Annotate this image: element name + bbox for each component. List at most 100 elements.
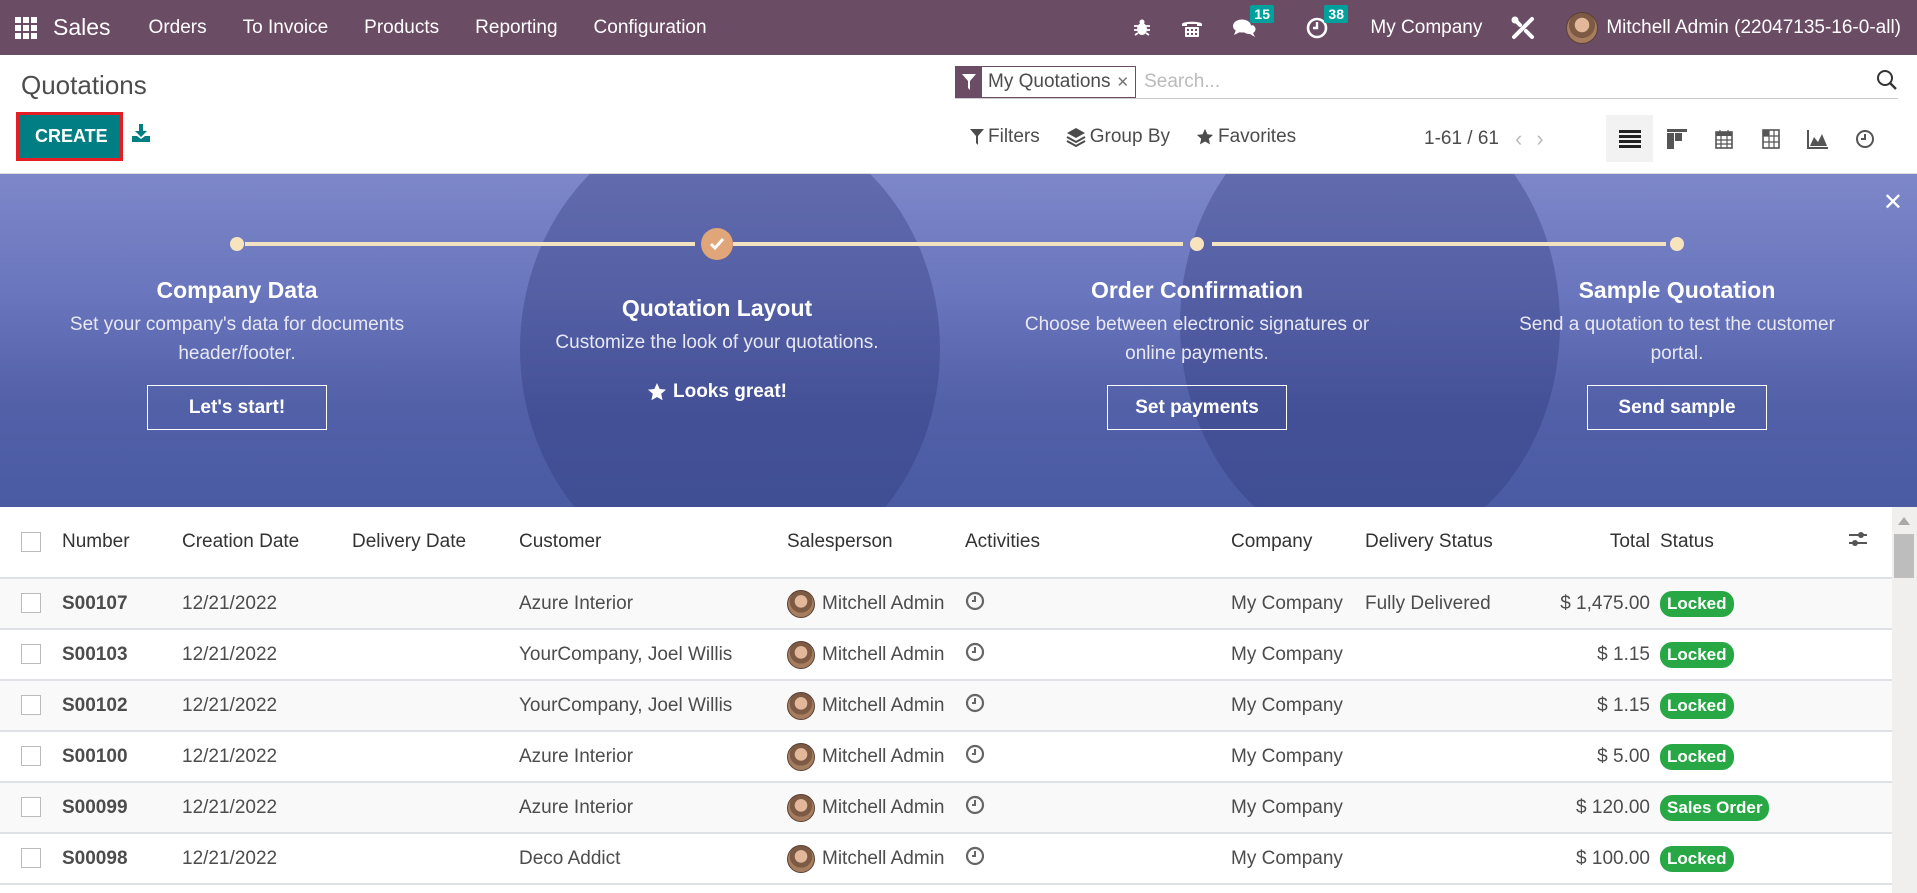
chat-icon[interactable]: 15 [1232,4,1274,39]
kanban-view-icon[interactable] [1653,115,1700,162]
status-badge: Locked [1660,590,1734,617]
facet-remove-icon[interactable]: ✕ [1117,67,1136,97]
send-sample-button[interactable]: Send sample [1587,385,1767,430]
delivery-date [352,629,519,681]
sliders-icon [1849,532,1867,546]
total: $ 1.15 [1597,643,1650,665]
activity-clock-icon[interactable]: 38 [1306,4,1348,39]
total: $ 5.00 [1597,745,1650,767]
step-dot [1670,237,1684,251]
customer: Azure Interior [519,578,787,630]
column-total[interactable]: Total [1535,507,1660,579]
company: My Company [1231,578,1365,630]
search-options: Filters Group By Favorites [970,126,1322,148]
step-title: Company Data [156,277,318,303]
looks-great-status: Looks great! [647,381,787,403]
column-number[interactable]: Number [62,507,182,579]
delivery-status: Fully Delivered [1365,578,1535,630]
column-delivery-status[interactable]: Delivery Status [1365,507,1535,579]
pivot-view-icon[interactable] [1747,115,1794,162]
pager-previous-icon[interactable]: ‹ [1515,126,1522,152]
activity-clock-icon[interactable] [965,693,985,718]
messages-count-badge: 15 [1250,4,1274,23]
table-row[interactable]: S00100 12/21/2022 Azure Interior Mitchel… [0,731,1892,783]
menu-to-invoice[interactable]: To Invoice [243,17,329,39]
menu-products[interactable]: Products [364,17,439,39]
tools-icon[interactable] [1510,15,1536,41]
table-row[interactable]: S00103 12/21/2022 YourCompany, Joel Will… [0,629,1892,681]
filter-icon [956,66,982,97]
customer: Azure Interior [519,782,787,834]
row-checkbox[interactable] [21,797,41,818]
delivery-status [1365,629,1535,681]
apps-grid-icon[interactable] [15,16,37,39]
table-row[interactable]: S00107 12/21/2022 Azure Interior Mitchel… [0,578,1892,630]
table-row[interactable]: S00098 12/21/2022 Deco Addict Mitchell A… [0,833,1892,885]
column-salesperson[interactable]: Salesperson [787,507,965,579]
graph-view-icon[interactable] [1794,115,1841,162]
pager-next-icon[interactable]: › [1536,126,1543,152]
page-title: Quotations [21,70,147,100]
customer: Azure Interior [519,731,787,783]
total: $ 1,475.00 [1560,592,1650,614]
salesperson: Mitchell Admin [822,694,945,716]
phone-icon[interactable] [1180,17,1204,39]
row-checkbox[interactable] [21,848,41,869]
create-button[interactable]: CREATE [19,115,120,158]
group-by-button[interactable]: Group By [1066,126,1170,148]
row-checkbox[interactable] [21,695,41,716]
activity-clock-icon[interactable] [965,795,985,820]
select-all-checkbox[interactable] [21,531,41,552]
column-creation-date[interactable]: Creation Date [182,507,352,579]
total: $ 120.00 [1576,796,1650,818]
menu-orders[interactable]: Orders [149,17,207,39]
row-checkbox[interactable] [21,593,41,614]
search-icon[interactable] [1876,69,1898,97]
company: My Company [1231,782,1365,834]
navbar-systray: 15 38 My Company Mitchell Admin (2204713… [1118,0,1917,55]
list-view-icon[interactable] [1606,115,1653,162]
user-menu[interactable]: Mitchell Admin (22047135-16-0-all) [1566,11,1901,44]
salesperson: Mitchell Admin [822,796,945,818]
favorites-button[interactable]: Favorites [1196,126,1296,148]
menu-configuration[interactable]: Configuration [594,17,707,39]
lets-start-button[interactable]: Let's start! [147,385,327,430]
banner-close-icon[interactable]: ✕ [1883,188,1903,217]
menu-reporting[interactable]: Reporting [475,17,557,39]
status-badge: Locked [1660,743,1734,770]
column-delivery-date[interactable]: Delivery Date [352,507,519,579]
company-switcher[interactable]: My Company [1370,17,1482,39]
delivery-date [352,782,519,834]
control-panel: Quotations CREATE My Quotations ✕ Filter… [0,55,1917,174]
column-company[interactable]: Company [1231,507,1365,579]
bug-icon[interactable] [1132,18,1152,38]
onboarding-banner: ✕ Company Data Set your company's data f… [0,174,1917,507]
pager-value[interactable]: 1-61 / 61 [1424,128,1499,150]
activity-clock-icon[interactable] [965,642,985,667]
column-activities[interactable]: Activities [965,507,1231,579]
search-input[interactable] [1144,70,1898,93]
activity-view-icon[interactable] [1841,115,1888,162]
table-row[interactable]: S00102 12/21/2022 YourCompany, Joel Will… [0,680,1892,732]
download-icon[interactable] [131,123,151,149]
filters-button[interactable]: Filters [970,126,1040,148]
vertical-scrollbar[interactable] [1892,507,1917,893]
column-customer[interactable]: Customer [519,507,787,579]
scroll-thumb[interactable] [1894,534,1914,578]
app-name[interactable]: Sales [53,14,111,41]
optional-columns-toggle[interactable] [1808,507,1892,579]
column-status[interactable]: Status [1660,507,1808,579]
total: $ 100.00 [1576,847,1650,869]
activities-count-badge: 38 [1324,4,1348,23]
table-row[interactable]: S00099 12/21/2022 Azure Interior Mitchel… [0,782,1892,834]
scroll-up-arrow-icon[interactable] [1898,517,1910,525]
activity-clock-icon[interactable] [965,846,985,871]
activity-clock-icon[interactable] [965,744,985,769]
row-checkbox[interactable] [21,746,41,767]
activity-clock-icon[interactable] [965,591,985,616]
salesperson: Mitchell Admin [822,847,945,869]
calendar-view-icon[interactable] [1700,115,1747,162]
row-checkbox[interactable] [21,644,41,665]
search-facet: My Quotations ✕ [955,65,1137,98]
set-payments-button[interactable]: Set payments [1107,385,1287,430]
